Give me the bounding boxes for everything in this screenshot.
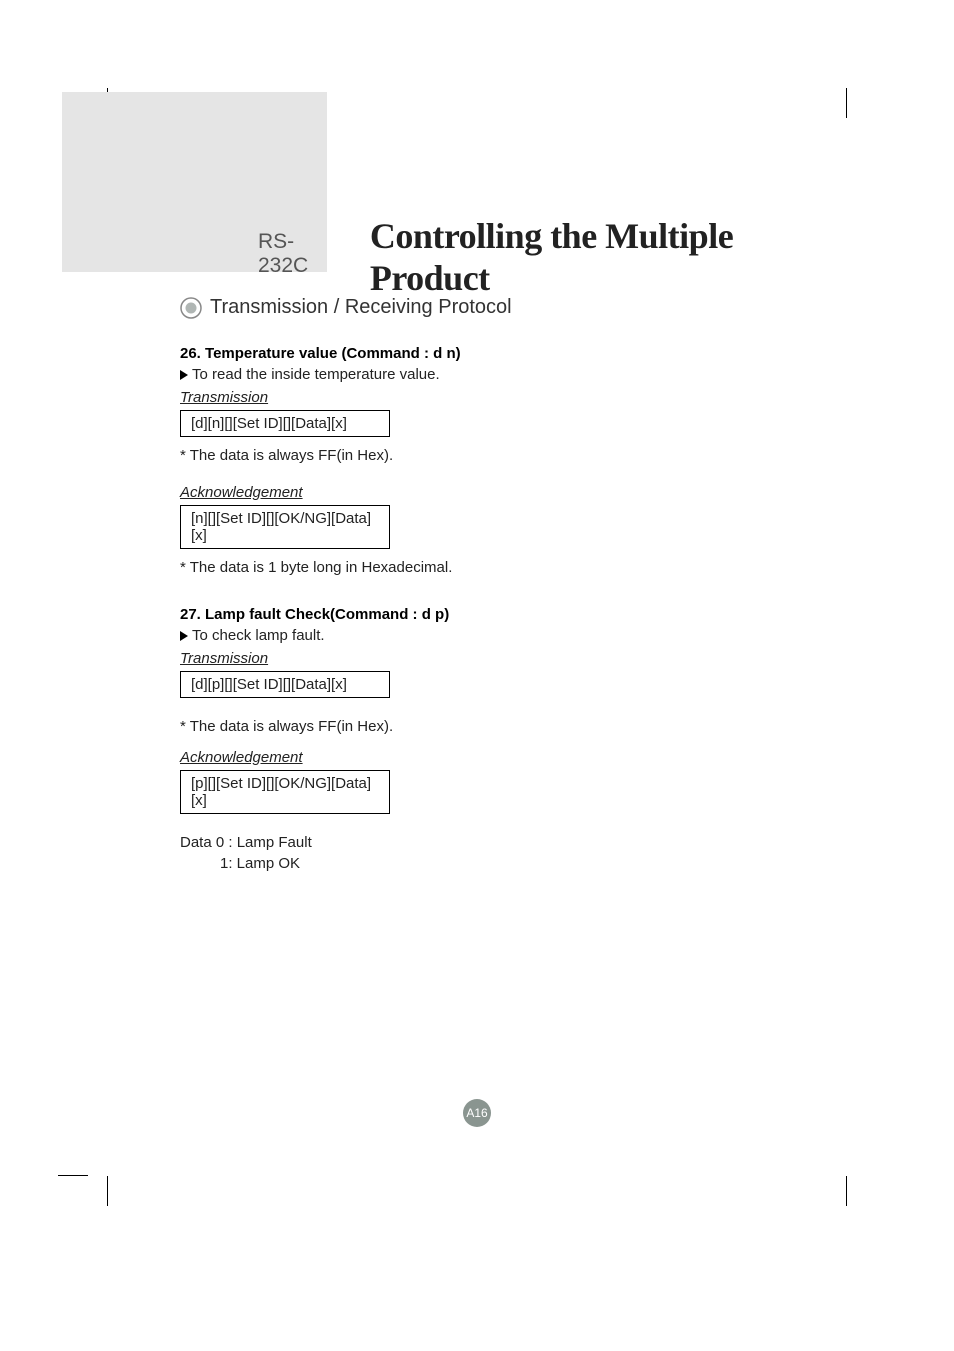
transmission-label: Transmission (180, 389, 824, 406)
subheader-text: Transmission / Receiving Protocol (210, 296, 512, 319)
crop-mark (846, 1176, 847, 1206)
bullet-circle-icon (180, 297, 202, 319)
subheader-row: Transmission / Receiving Protocol (180, 296, 824, 319)
page-title: Controlling the Multiple Product (370, 215, 847, 299)
command-block: 26. Temperature value (Command : d n) To… (180, 345, 824, 576)
command-title: 27. Lamp fault Check(Command : d p) (180, 606, 824, 623)
transmission-note: * The data is always FF(in Hex). (180, 447, 824, 464)
command-desc-text: To read the inside temperature value. (192, 366, 440, 383)
page-number: A16 (466, 1106, 487, 1120)
acknowledgement-label: Acknowledgement (180, 749, 824, 766)
transmission-label: Transmission (180, 650, 824, 667)
command-desc-text: To check lamp fault. (192, 627, 325, 644)
data-value-line: 1: Lamp OK (220, 853, 824, 874)
command-block: 27. Lamp fault Check(Command : d p) To c… (180, 606, 824, 874)
crop-mark (107, 1176, 108, 1206)
header-row: RS-232C Controlling the Multiple Product (180, 215, 847, 299)
acknowledgement-note: * The data is 1 byte long in Hexadecimal… (180, 559, 824, 576)
arrow-right-icon (180, 631, 188, 641)
arrow-right-icon (180, 370, 188, 380)
transmission-code: [d][p][][Set ID][][Data][x] (180, 671, 390, 698)
transmission-note: * The data is always FF(in Hex). (180, 718, 824, 735)
crop-mark (846, 88, 847, 118)
rs232c-label: RS-232C (258, 230, 342, 278)
data-values: Data 0 : Lamp Fault 1: Lamp OK (180, 832, 824, 874)
document-page: RS-232C Controlling the Multiple Product… (0, 0, 954, 1351)
content-section: Transmission / Receiving Protocol 26. Te… (180, 296, 824, 874)
acknowledgement-code: [n][][Set ID][][OK/NG][Data][x] (180, 505, 390, 549)
crop-mark (58, 1175, 88, 1176)
page-number-badge: A16 (463, 1099, 491, 1127)
transmission-code: [d][n][][Set ID][][Data][x] (180, 410, 390, 437)
command-title: 26. Temperature value (Command : d n) (180, 345, 824, 362)
acknowledgement-code: [p][][Set ID][][OK/NG][Data][x] (180, 770, 390, 814)
command-description: To read the inside temperature value. (180, 366, 824, 383)
acknowledgement-label: Acknowledgement (180, 484, 824, 501)
data-value-line: Data 0 : Lamp Fault (180, 832, 824, 853)
command-description: To check lamp fault. (180, 627, 824, 644)
